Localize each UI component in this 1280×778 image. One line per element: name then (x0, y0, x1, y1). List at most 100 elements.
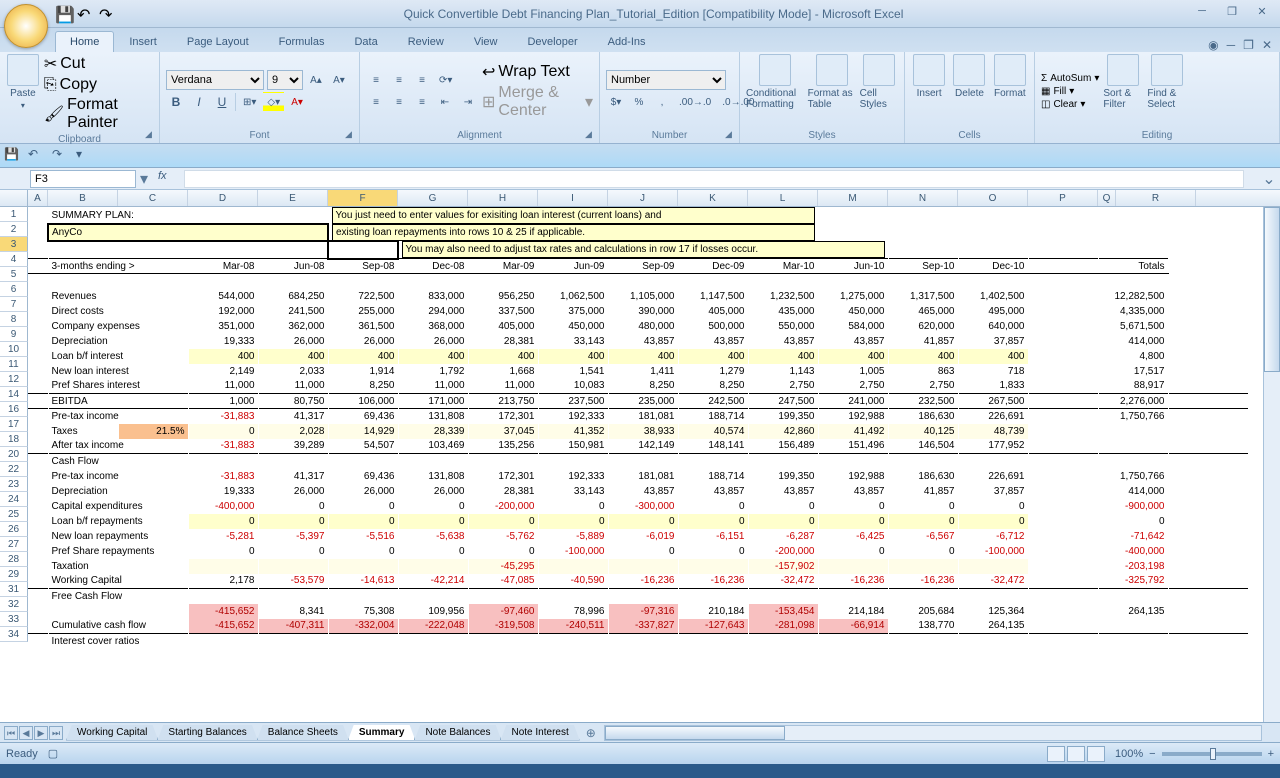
macro-record-icon[interactable]: ▢ (48, 747, 58, 760)
row-header-11[interactable]: 11 (0, 357, 28, 372)
row-header-32[interactable]: 32 (0, 597, 28, 612)
qat-save-icon[interactable]: 💾 (55, 5, 73, 23)
formula-bar[interactable] (184, 170, 1244, 188)
sheet-tab-balance-sheets[interactable]: Balance Sheets (257, 725, 349, 741)
name-box[interactable] (30, 170, 136, 188)
format-painter-button[interactable]: 🖌 Format Painter (44, 96, 153, 132)
formula-bar-expand[interactable]: ⌄ (1262, 169, 1276, 189)
row-header-27[interactable]: 27 (0, 537, 28, 552)
format-cells-button[interactable]: Format (992, 54, 1028, 128)
col-header-L[interactable]: L (748, 190, 818, 206)
italic-button[interactable]: I (189, 92, 209, 112)
row-header-33[interactable]: 33 (0, 612, 28, 627)
row-header-28[interactable]: 28 (0, 552, 28, 567)
namebox-dropdown[interactable]: ▾ (136, 169, 152, 189)
tab-data[interactable]: Data (339, 31, 392, 52)
zoom-level[interactable]: 100% (1115, 748, 1143, 760)
row-header-8[interactable]: 8 (0, 312, 28, 327)
row-header-22[interactable]: 22 (0, 462, 28, 477)
row-header-2[interactable]: 2 (0, 222, 28, 237)
decrease-indent-button[interactable]: ⇤ (435, 92, 455, 112)
col-header-C[interactable]: C (118, 190, 188, 206)
tab-formulas[interactable]: Formulas (264, 31, 340, 52)
horizontal-scrollbar[interactable] (604, 725, 1262, 741)
row-header-17[interactable]: 17 (0, 417, 28, 432)
number-dialog-launcher[interactable]: ◢ (725, 129, 737, 141)
vertical-scrollbar[interactable] (1263, 207, 1280, 722)
page-layout-view-button[interactable] (1067, 746, 1085, 762)
qat2-redo-icon[interactable]: ↷ (52, 147, 70, 165)
zoom-in-button[interactable]: + (1268, 748, 1274, 760)
percent-button[interactable]: % (629, 92, 649, 112)
row-header-6[interactable]: 6 (0, 282, 28, 297)
hscroll-thumb[interactable] (605, 726, 785, 740)
row-header-16[interactable]: 16 (0, 402, 28, 417)
tab-page-layout[interactable]: Page Layout (172, 31, 264, 52)
col-header-R[interactable]: R (1116, 190, 1196, 206)
tab-add-ins[interactable]: Add-Ins (593, 31, 661, 52)
ribbon-minimize-button[interactable]: ─ (1227, 38, 1236, 52)
row-header-20[interactable]: 20 (0, 447, 28, 462)
tab-view[interactable]: View (459, 31, 513, 52)
copy-button[interactable]: ⎘ Copy (44, 76, 153, 94)
wrap-text-button[interactable]: ↩ Wrap Text (482, 62, 593, 82)
sheet-tab-summary[interactable]: Summary (348, 725, 416, 741)
row-header-3[interactable]: 3 (0, 237, 28, 252)
tab-insert[interactable]: Insert (114, 31, 172, 52)
sheet-tab-starting-balances[interactable]: Starting Balances (157, 725, 257, 741)
qat-undo-icon[interactable]: ↶ (77, 5, 95, 23)
page-break-view-button[interactable] (1087, 746, 1105, 762)
select-all-corner[interactable] (0, 190, 28, 206)
paste-button[interactable]: Paste▾ (6, 54, 40, 132)
tab-review[interactable]: Review (393, 31, 459, 52)
tab-prev-icon[interactable]: ◀ (19, 726, 33, 740)
col-header-A[interactable]: A (28, 190, 48, 206)
row-header-9[interactable]: 9 (0, 327, 28, 342)
tab-first-icon[interactable]: ⏮ (4, 726, 18, 740)
cell-styles-button[interactable]: Cell Styles (860, 54, 898, 128)
col-header-E[interactable]: E (258, 190, 328, 206)
row-header-4[interactable]: 4 (0, 252, 28, 267)
font-name-select[interactable]: Verdana (166, 70, 264, 90)
shrink-font-button[interactable]: A▾ (329, 70, 349, 90)
row-header-23[interactable]: 23 (0, 477, 28, 492)
minimize-button[interactable]: ─ (1190, 5, 1214, 23)
font-color-button[interactable]: A▾ (287, 92, 307, 112)
col-header-J[interactable]: J (608, 190, 678, 206)
fx-button[interactable]: fx (158, 170, 180, 188)
bold-button[interactable]: B (166, 92, 186, 112)
new-sheet-button[interactable]: ⊕ (586, 726, 596, 740)
orientation-button[interactable]: ⟳▾ (435, 70, 456, 90)
col-header-P[interactable]: P (1028, 190, 1098, 206)
increase-indent-button[interactable]: ⇥ (458, 92, 478, 112)
normal-view-button[interactable] (1047, 746, 1065, 762)
number-format-select[interactable]: Number (606, 70, 726, 90)
row-header-31[interactable]: 31 (0, 582, 28, 597)
col-header-G[interactable]: G (398, 190, 468, 206)
row-header-29[interactable]: 29 (0, 567, 28, 582)
conditional-formatting-button[interactable]: Conditional Formatting (746, 54, 804, 128)
col-header-I[interactable]: I (538, 190, 608, 206)
col-header-N[interactable]: N (888, 190, 958, 206)
qat2-customize-icon[interactable]: ▾ (76, 147, 94, 165)
tab-next-icon[interactable]: ▶ (34, 726, 48, 740)
font-size-select[interactable]: 9 (267, 70, 303, 90)
col-header-B[interactable]: B (48, 190, 118, 206)
clipboard-dialog-launcher[interactable]: ◢ (145, 129, 157, 141)
cut-button[interactable]: ✂ Cut (44, 54, 153, 74)
col-header-H[interactable]: H (468, 190, 538, 206)
autosum-button[interactable]: Σ AutoSum ▾ (1041, 73, 1099, 84)
sheet-tab-note-balances[interactable]: Note Balances (414, 725, 501, 741)
row-header-12[interactable]: 12 (0, 372, 28, 387)
row-header-24[interactable]: 24 (0, 492, 28, 507)
col-header-K[interactable]: K (678, 190, 748, 206)
ribbon-restore-button[interactable]: ❐ (1243, 38, 1254, 52)
qat2-undo-icon[interactable]: ↶ (28, 147, 46, 165)
col-header-O[interactable]: O (958, 190, 1028, 206)
col-header-M[interactable]: M (818, 190, 888, 206)
fill-color-button[interactable]: ◇▾ (263, 92, 284, 112)
col-header-Q[interactable]: Q (1098, 190, 1116, 206)
align-center-button[interactable]: ≡ (389, 92, 409, 112)
underline-button[interactable]: U (212, 92, 232, 112)
align-right-button[interactable]: ≡ (412, 92, 432, 112)
